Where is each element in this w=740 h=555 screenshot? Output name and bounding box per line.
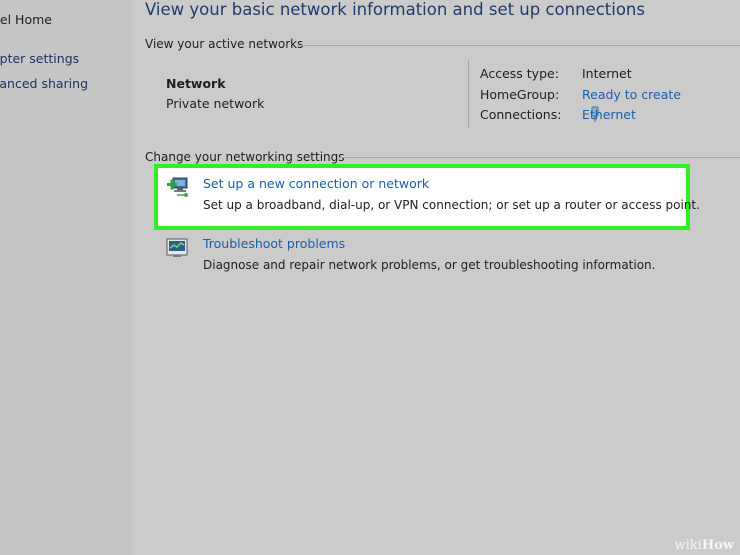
sidebar-item-change-adapter-settings[interactable]: apter settings: [0, 51, 79, 66]
sidebar-item-advanced-sharing-settings[interactable]: vanced sharing: [0, 76, 88, 91]
section-divider: [338, 157, 740, 158]
homegroup-link[interactable]: Ready to create: [582, 87, 681, 102]
left-sidebar: nel Home apter settings vanced sharing: [0, 0, 132, 555]
troubleshoot-problems-description: Diagnose and repair network problems, or…: [203, 258, 656, 272]
networking-settings-heading: Change your networking settings: [145, 150, 345, 164]
access-type-label: Access type:: [480, 66, 559, 81]
access-type-value: Internet: [582, 66, 632, 81]
new-connection-task-highlight[interactable]: [154, 164, 690, 230]
wikihow-watermark: wikiHow: [675, 538, 734, 553]
setup-new-connection-description: Set up a broadband, dial-up, or VPN conn…: [203, 198, 700, 212]
new-connection-icon: [167, 177, 188, 197]
network-name: Network: [166, 76, 226, 91]
network-type: Private network: [166, 96, 265, 111]
troubleshoot-problems-link[interactable]: Troubleshoot problems: [203, 236, 345, 251]
main-pane: View your basic network information and …: [132, 0, 740, 555]
connections-label: Connections:: [480, 107, 562, 122]
section-divider: [298, 45, 740, 46]
sidebar-item-control-panel-home[interactable]: nel Home: [0, 12, 52, 27]
network-info-divider: [468, 60, 469, 128]
homegroup-label: HomeGroup:: [480, 87, 560, 102]
ethernet-link-label[interactable]: Ethernet: [582, 107, 636, 122]
watermark-suffix: How: [701, 538, 734, 553]
setup-new-connection-link[interactable]: Set up a new connection or network: [203, 176, 429, 191]
watermark-prefix: wiki: [674, 538, 702, 553]
troubleshoot-icon: [166, 238, 188, 257]
active-networks-heading: View your active networks: [145, 37, 304, 51]
page-title: View your basic network information and …: [145, 0, 645, 19]
